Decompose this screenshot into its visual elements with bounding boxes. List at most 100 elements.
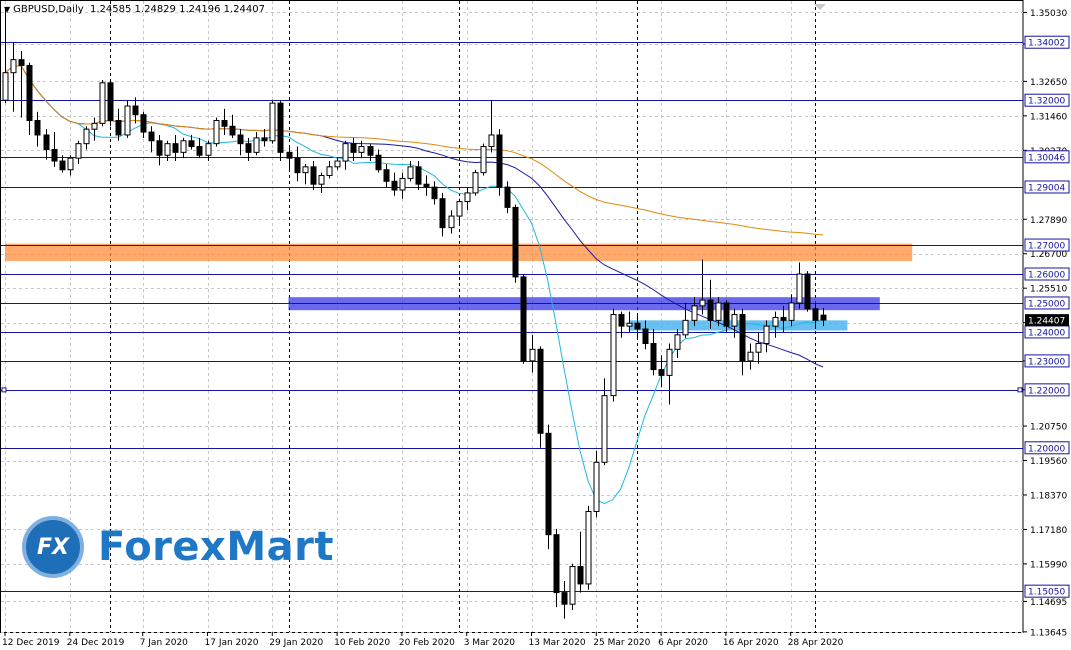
x-tick-label: 13 Mar 2020	[529, 638, 586, 648]
candle-body	[512, 206, 519, 278]
candle-body	[480, 146, 487, 174]
x-tick-label: 6 Apr 2020	[658, 638, 708, 648]
candle-body	[237, 134, 244, 145]
candle-body	[358, 146, 365, 153]
dropdown-triangle-icon[interactable]: ▼	[4, 5, 10, 14]
candle-body	[10, 59, 17, 74]
candle-body	[34, 119, 41, 136]
candle-body	[804, 273, 811, 310]
candle-body	[115, 119, 122, 136]
candle	[804, 271, 811, 312]
candle-body	[464, 192, 471, 203]
candle-body	[67, 157, 74, 171]
candle-body	[699, 299, 706, 307]
chart-header: ▼ GBPUSD,Daily 1.24585 1.24829 1.24196 1.…	[4, 4, 265, 15]
candle-body	[763, 325, 770, 345]
y-tick-label: 1.35030	[1030, 9, 1067, 19]
candle-body	[43, 134, 50, 150]
candle-body	[529, 348, 536, 362]
candle	[213, 117, 220, 147]
y-tick-label: 1.26700	[1030, 250, 1067, 260]
candle-body	[755, 343, 762, 353]
candle-body	[302, 166, 309, 174]
candle-body	[610, 314, 617, 397]
candle-body	[221, 119, 228, 127]
candle-body	[553, 534, 560, 594]
candle-body	[423, 183, 430, 188]
candle-body	[164, 143, 171, 156]
candle-body	[820, 314, 827, 321]
candle-body	[188, 140, 195, 148]
candle	[496, 129, 503, 196]
y-tick-label: 1.32650	[1030, 78, 1067, 88]
candle-body	[658, 369, 665, 376]
candle-body	[488, 134, 495, 148]
x-tick-label: 25 Mar 2020	[593, 638, 650, 648]
candle	[480, 143, 487, 176]
candle	[520, 274, 527, 364]
candle-body	[626, 322, 633, 327]
candle	[610, 308, 617, 402]
candle	[472, 169, 479, 196]
forexmart-logo: FX ForexMart	[22, 512, 334, 582]
candle-body	[75, 143, 82, 159]
candle	[569, 563, 576, 610]
candle-body	[504, 186, 511, 208]
candle-body	[691, 305, 698, 321]
candle-body	[269, 102, 276, 142]
candle-body	[286, 151, 293, 159]
ohlc-values: 1.24585 1.24829 1.24196 1.24407	[90, 4, 265, 15]
candle-body	[383, 169, 390, 182]
candle-body	[812, 308, 819, 321]
candle	[269, 100, 276, 144]
y-tick-label: 1.14695	[1030, 598, 1067, 608]
level-label: 1.15050	[1028, 588, 1065, 598]
candle-body	[723, 302, 730, 327]
line-handle	[1, 387, 7, 393]
candle-body	[334, 160, 341, 168]
y-tick-label: 1.15990	[1030, 560, 1067, 570]
candle-body	[520, 276, 527, 362]
candle	[99, 79, 106, 127]
candle-body	[731, 314, 738, 327]
candle-body	[172, 143, 179, 153]
candle-body	[318, 175, 325, 185]
y-tick-label: 1.25510	[1030, 285, 1067, 295]
x-tick-label: 16 Apr 2020	[723, 638, 779, 648]
candle-body	[601, 395, 608, 463]
candle-body	[407, 166, 414, 179]
candle-body	[310, 166, 317, 185]
candle-body	[83, 128, 90, 145]
x-tick-label: 12 Dec 2019	[2, 638, 60, 648]
candle-body	[618, 314, 625, 327]
candle-body	[780, 316, 787, 321]
candle-body	[350, 143, 357, 153]
fx-logo-icon: FX	[22, 516, 84, 578]
candle-body	[650, 343, 657, 371]
candle-body	[342, 143, 349, 162]
candle-body	[367, 146, 374, 156]
candle-body	[2, 72, 9, 101]
candle-body	[213, 119, 220, 145]
x-tick-label: 28 Apr 2020	[788, 638, 844, 648]
candle-body	[666, 348, 673, 376]
candle-body	[642, 328, 649, 345]
candle-body	[682, 319, 689, 336]
candle-body	[294, 157, 301, 174]
candle	[124, 100, 131, 138]
candle-body	[707, 299, 714, 321]
y-tick-label: 1.13645	[1030, 628, 1067, 638]
candle-body	[399, 177, 406, 191]
candle-body	[537, 348, 544, 434]
candle-body	[148, 131, 155, 142]
candle-body	[229, 125, 236, 136]
candle-body	[59, 160, 66, 171]
candle-body	[140, 114, 147, 133]
level-label: 1.29004	[1028, 183, 1065, 193]
candle-body	[561, 592, 568, 605]
level-label: 1.20000	[1028, 444, 1065, 454]
candle-body	[472, 172, 479, 194]
y-tick-label: 1.19560	[1030, 457, 1067, 467]
logo-text: ForexMart	[98, 524, 334, 570]
candle-body	[439, 198, 446, 229]
